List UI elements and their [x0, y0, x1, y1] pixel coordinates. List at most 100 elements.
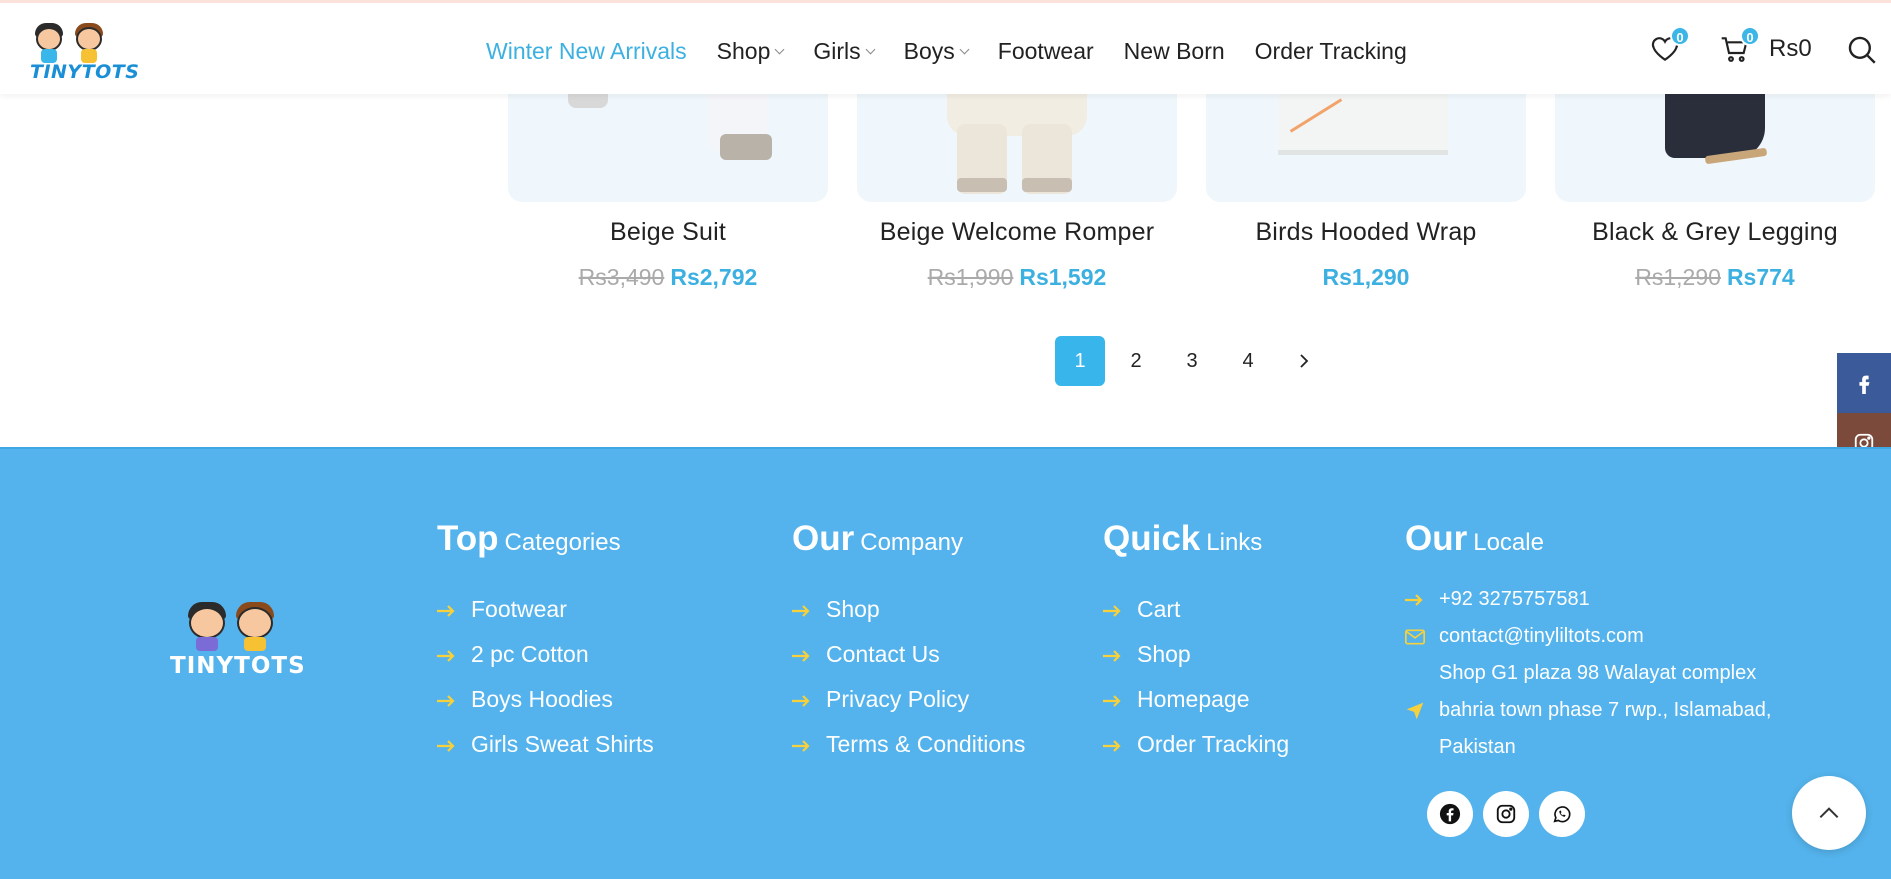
footer-link[interactable]: Girls Sweat Shirts: [437, 722, 654, 767]
nav-item-footwear[interactable]: Footwear: [998, 38, 1094, 65]
wishlist-button[interactable]: 0: [1649, 26, 1690, 67]
arrow-right-icon: [792, 641, 814, 668]
currency: Rs: [670, 264, 700, 290]
logo-boy-illustration: [72, 21, 106, 63]
arrow-right-icon: [792, 596, 814, 623]
currency: Rs: [1726, 264, 1757, 290]
envelope-icon: [1405, 618, 1427, 655]
side-facebook-button[interactable]: [1837, 353, 1891, 413]
product-image[interactable]: [1206, 94, 1526, 202]
logo-girl-illustration: [184, 597, 230, 651]
old-price: Rs3,490: [578, 264, 665, 290]
footer-link[interactable]: 2 pc Cotton: [437, 632, 654, 677]
footer-link[interactable]: Contact Us: [792, 632, 1025, 677]
wishlist-count-badge: 0: [1670, 26, 1690, 46]
footer-social-links: [1427, 791, 1595, 837]
footer-link[interactable]: Footwear: [437, 587, 654, 632]
product-image[interactable]: [1555, 94, 1875, 202]
product-image[interactable]: [857, 94, 1177, 202]
product-card[interactable]: Black & Grey Legging Rs1,290 Rs774: [1555, 94, 1875, 291]
footer-link[interactable]: Shop: [792, 587, 1025, 632]
location-arrow-icon: [1405, 692, 1427, 729]
site-footer: TINYTOTS Top Categories Footwear 2 pc Cot…: [0, 447, 1891, 879]
nav-item-boys[interactable]: Boys: [903, 37, 970, 65]
footer-link-list: Shop Contact Us Privacy Policy Terms & C…: [792, 587, 1025, 767]
search-button[interactable]: [1845, 33, 1879, 67]
facebook-icon: [1859, 375, 1870, 394]
pagination: 1 2 3 4: [1055, 336, 1329, 386]
chevron-up-icon: [1819, 807, 1839, 819]
footer-link[interactable]: Privacy Policy: [792, 677, 1025, 722]
chevron-down-icon: [865, 44, 876, 54]
nav-label: Footwear: [997, 37, 1094, 64]
footer-link[interactable]: Terms & Conditions: [792, 722, 1025, 767]
arrow-right-icon: [792, 731, 814, 758]
sale-price: 774: [1756, 264, 1795, 290]
product-price: Rs1,290: [1206, 264, 1526, 291]
next-page-button[interactable]: [1279, 336, 1329, 386]
footer-link[interactable]: Cart: [1103, 587, 1289, 632]
footer-link[interactable]: Order Tracking: [1103, 722, 1289, 767]
footer-link[interactable]: Boys Hoodies: [437, 677, 654, 722]
scroll-to-top-button[interactable]: [1792, 776, 1866, 850]
nav-item-winter-new-arrivals[interactable]: Winter New Arrivals: [486, 38, 687, 65]
nav-label: Girls: [813, 37, 861, 64]
product-card[interactable]: Birds Hooded Wrap Rs1,290: [1206, 94, 1526, 291]
sale-price: 1,592: [1048, 264, 1107, 290]
arrow-right-icon: [1103, 686, 1125, 713]
product-card[interactable]: Beige Suit Rs3,490 Rs2,792: [508, 94, 828, 291]
cart-button[interactable]: 0: [1719, 26, 1760, 67]
footer-whatsapp-button[interactable]: [1539, 791, 1585, 837]
site-logo[interactable]: TINYTOTS: [28, 17, 139, 83]
sale-price: 1,290: [1351, 264, 1410, 290]
main-nav: Winter New Arrivals Shop Girls Boys Foot…: [486, 31, 1437, 71]
footer-column-heading: Our Company: [792, 519, 963, 558]
chevron-down-icon: [774, 44, 785, 54]
page-1-button[interactable]: 1: [1055, 336, 1105, 386]
nav-item-new-born[interactable]: New Born: [1124, 38, 1225, 65]
product-image[interactable]: [508, 94, 828, 202]
arrow-right-icon: [437, 596, 459, 623]
footer-logo[interactable]: TINYTOTS: [170, 597, 306, 687]
arrow-right-icon: [437, 641, 459, 668]
product-name[interactable]: Black & Grey Legging: [1555, 218, 1875, 247]
nav-label: Boys: [903, 37, 955, 64]
nav-item-shop[interactable]: Shop: [717, 38, 785, 65]
product-name[interactable]: Beige Suit: [508, 218, 828, 247]
phone-row[interactable]: +92 3275757581: [1405, 581, 1771, 618]
footer-link[interactable]: Homepage: [1103, 677, 1289, 722]
footer-link-list: Cart Shop Homepage Order Tracking: [1103, 587, 1289, 767]
old-price: Rs1,290: [1635, 264, 1721, 290]
footer-column-top-categories: Top Categories Footwear 2 pc Cotton Boys …: [437, 519, 654, 767]
product-card[interactable]: Beige Welcome Romper Rs1,990 Rs1,592: [857, 94, 1177, 291]
nav-item-order-tracking[interactable]: Order Tracking: [1255, 38, 1407, 65]
footer-column-our-company: Our Company Shop Contact Us Privacy Polic…: [792, 519, 1025, 767]
email-row[interactable]: contact@tinyliltots.com: [1405, 618, 1771, 655]
footer-logo-wordmark: TINYTOTS: [170, 653, 306, 679]
footer-link[interactable]: Shop: [1103, 632, 1289, 677]
cart-total[interactable]: Rs0: [1769, 35, 1812, 63]
product-name[interactable]: Birds Hooded Wrap: [1206, 218, 1526, 247]
email-address: contact@tinyliltots.com: [1439, 625, 1644, 647]
nav-label: New Born: [1123, 37, 1225, 64]
footer-link-list: Footwear 2 pc Cotton Boys Hoodies Girls …: [437, 587, 654, 767]
header-icons: 0 0 Rs0: [1641, 26, 1891, 75]
arrow-right-icon: [792, 686, 814, 713]
logo-girl-illustration: [32, 21, 66, 63]
arrow-right-icon: [1103, 596, 1125, 623]
nav-item-girls[interactable]: Girls: [813, 37, 876, 65]
arrow-right-icon: [1103, 641, 1125, 668]
product-name[interactable]: Beige Welcome Romper: [857, 218, 1177, 247]
instagram-icon: [1496, 804, 1516, 824]
footer-column-heading: Top Categories: [437, 519, 621, 558]
phone-number: +92 3275757581: [1439, 588, 1590, 610]
chevron-right-icon: [1300, 354, 1309, 368]
page-2-button[interactable]: 2: [1111, 336, 1161, 386]
footer-instagram-button[interactable]: [1483, 791, 1529, 837]
footer-facebook-button[interactable]: [1427, 791, 1473, 837]
page-4-button[interactable]: 4: [1223, 336, 1273, 386]
page-3-button[interactable]: 3: [1167, 336, 1217, 386]
site-header: TINYTOTS Winter New Arrivals Shop Girls …: [0, 0, 1891, 94]
cart-count-badge: 0: [1740, 26, 1760, 46]
nav-label: Order Tracking: [1254, 37, 1407, 64]
